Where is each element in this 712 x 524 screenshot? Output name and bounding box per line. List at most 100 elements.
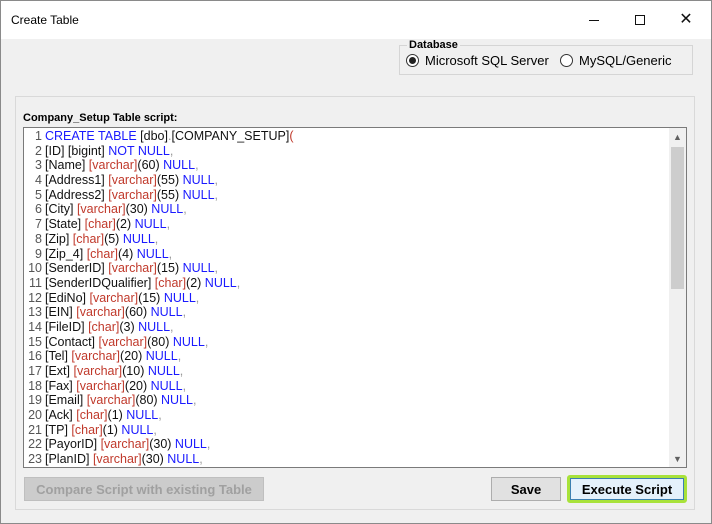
code-token: [Ext] <box>45 364 74 378</box>
code-token: [varchar] <box>98 334 148 349</box>
maximize-button[interactable] <box>617 1 663 39</box>
radio-mssql[interactable]: Microsoft SQL Server <box>406 53 549 68</box>
code-token: , <box>195 158 199 173</box>
line-number: 19 <box>28 393 42 408</box>
code-token: [COMPANY_SETUP] <box>171 129 290 143</box>
code-line: 15 [Contact] [varchar](80) NULL, <box>24 335 668 350</box>
code-line: 6 [City] [varchar](30) NULL, <box>24 202 668 217</box>
code-token: [bigint] <box>67 143 109 158</box>
code-token: [varchar] <box>73 364 123 378</box>
code-line: 18 [Fax] [varchar](20) NULL, <box>24 379 668 394</box>
code-token: , <box>204 334 209 349</box>
code-token: [varchar] <box>71 349 121 364</box>
code-token: [varchar] <box>76 202 126 217</box>
code-token: (4) <box>117 246 137 261</box>
code-token: [Address1] <box>45 173 109 188</box>
code-line: 20 [Ack] [char](1) NULL, <box>24 408 668 423</box>
code-token: [varchar] <box>108 261 157 276</box>
code-token: [PlanID] <box>45 452 93 467</box>
code-token: , <box>206 437 211 452</box>
code-token: (2) <box>186 275 205 290</box>
code-token: , <box>168 246 173 261</box>
code-token: NULL <box>163 158 196 173</box>
code-token: (80) <box>147 334 173 349</box>
code-token: [Tel] <box>45 349 72 364</box>
code-token: NULL <box>204 275 237 290</box>
database-label: Database <box>407 39 460 51</box>
scroll-up-icon[interactable]: ▲ <box>669 128 686 145</box>
code-line: 2 [ID] [bigint] NOT NULL, <box>24 144 668 159</box>
code-line: 3 [Name] [varchar](60) NULL, <box>24 158 668 173</box>
line-number: 23 <box>28 452 42 467</box>
line-number: 7 <box>35 217 42 232</box>
code-token: (30) <box>125 202 152 217</box>
code-line: 9 [Zip_4] [char](4) NULL, <box>24 247 668 262</box>
compare-script-button[interactable]: Compare Script with existing Table <box>24 477 264 501</box>
code-token: ( <box>289 129 294 143</box>
script-editor[interactable]: 1 CREATE TABLE [dbo].[COMPANY_SETUP](2 [ID… <box>23 127 687 468</box>
code-token: NULL <box>172 334 205 349</box>
code-token: , <box>177 349 182 364</box>
code-token: , <box>183 202 187 217</box>
line-number: 14 <box>28 319 42 334</box>
code-token: CREATE TABLE <box>45 129 141 143</box>
code-token: [char] <box>86 246 118 261</box>
scroll-down-icon[interactable]: ▼ <box>669 450 686 467</box>
line-number: 2 <box>35 143 42 158</box>
code-token: [EIN] <box>45 305 77 320</box>
vertical-scrollbar[interactable]: ▲ ▼ <box>669 128 686 467</box>
save-button[interactable]: Save <box>491 477 561 501</box>
code-token: , <box>214 187 219 202</box>
code-token: NULL <box>151 202 184 217</box>
code-token: NULL <box>147 364 180 378</box>
code-token: [Zip_4] <box>45 246 87 261</box>
code-token: [TP] <box>45 422 72 437</box>
code-token: [Name] <box>45 158 89 173</box>
code-line: 17 [Ext] [varchar](10) NULL, <box>24 364 668 379</box>
radio-mysql[interactable]: MySQL/Generic <box>560 53 671 68</box>
line-number: 22 <box>28 437 42 452</box>
script-code: 1 CREATE TABLE [dbo].[COMPANY_SETUP](2 [ID… <box>24 129 668 467</box>
code-token: [EdiNo] <box>45 290 90 305</box>
code-line: 22 [PayorID] [varchar](30) NULL, <box>24 437 668 452</box>
code-token: , <box>153 422 157 437</box>
code-token: , <box>154 231 159 246</box>
code-token: [varchar] <box>76 305 125 320</box>
line-number: 12 <box>28 290 42 305</box>
minimize-button[interactable] <box>571 1 617 39</box>
code-token: , <box>214 173 219 188</box>
code-token: (55) <box>156 187 183 202</box>
code-token: (15) <box>156 261 183 276</box>
code-line: 13 [EIN] [varchar](60) NULL, <box>24 305 668 320</box>
code-token: [FileID] <box>45 319 89 334</box>
close-button[interactable]: ✕ <box>663 1 709 39</box>
code-token: NULL <box>138 319 171 334</box>
code-token: [char] <box>71 422 103 437</box>
code-token: (30) <box>141 452 168 467</box>
code-token: NULL <box>182 187 215 202</box>
code-token: [varchar] <box>76 378 125 393</box>
scroll-thumb[interactable] <box>671 147 684 289</box>
line-number: 18 <box>28 378 42 393</box>
code-token: [varchar] <box>108 173 157 188</box>
code-token: NULL <box>136 246 169 261</box>
code-token: [char] <box>76 408 108 423</box>
code-line: 16 [Tel] [varchar](20) NULL, <box>24 349 668 364</box>
code-line: 1 CREATE TABLE [dbo].[COMPANY_SETUP]( <box>24 129 668 144</box>
line-number: 15 <box>28 334 42 349</box>
code-token: , <box>195 290 200 305</box>
execute-script-label: Execute Script <box>570 478 684 500</box>
code-token: (3) <box>119 319 139 334</box>
line-number: 16 <box>28 349 42 364</box>
code-token: (5) <box>104 231 123 246</box>
radio-circle-selected <box>406 54 419 67</box>
code-token: , <box>199 452 203 467</box>
code-token: (1) <box>107 408 127 423</box>
code-token: NULL <box>145 349 178 364</box>
execute-script-button[interactable]: Execute Script <box>567 475 687 503</box>
code-token: , <box>170 319 174 334</box>
line-number: 3 <box>35 158 42 173</box>
code-token: [varchar] <box>92 452 142 467</box>
create-table-window: Create Table ✕ Database Microsoft SQL Se… <box>0 0 712 524</box>
code-token: NULL <box>150 305 183 320</box>
